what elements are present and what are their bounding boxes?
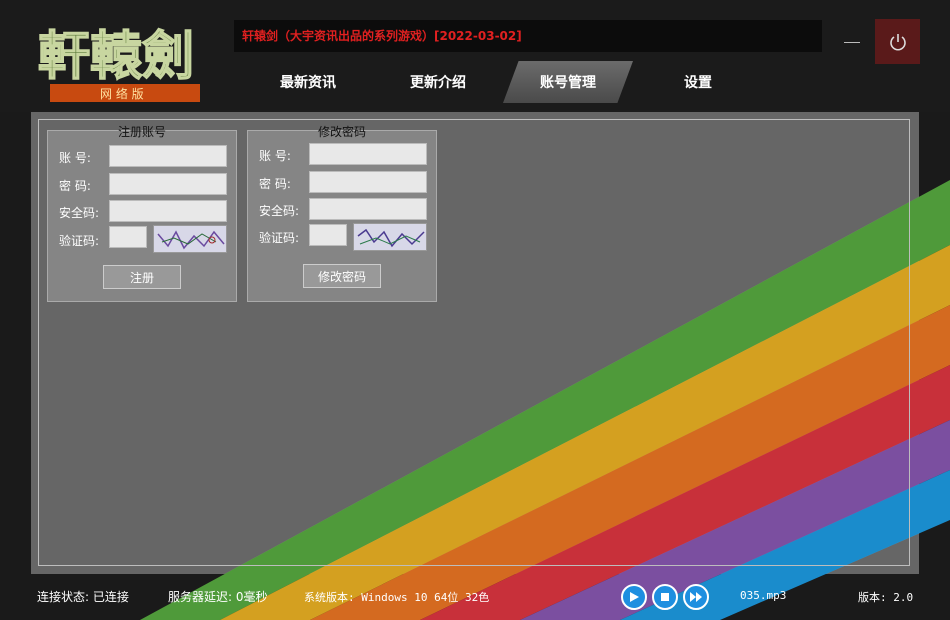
change-password-input[interactable] [309,171,427,193]
tab-settings[interactable]: 设置 [633,61,763,103]
change-account-input[interactable] [309,143,427,165]
password-label: 密 码: [59,179,91,193]
register-title: 注册账号 [117,125,166,139]
change-password-group: 修改密码 账 号: 密 码: 安全码: 验证码: 修改密码 [247,125,437,302]
next-button[interactable] [683,584,709,610]
register-code-input[interactable] [109,226,147,248]
stop-icon [661,593,669,601]
register-password-input[interactable] [109,173,227,195]
security-label: 安全码: [259,204,300,218]
latency-status: 服务器延迟: 0毫秒 [168,590,268,604]
code-label: 验证码: [59,234,100,248]
stop-button[interactable] [652,584,678,610]
change-security-input[interactable] [309,198,427,220]
play-icon [630,592,639,602]
account-label: 账 号: [259,149,291,163]
status-bar: 连接状态: 已连接 服务器延迟: 0毫秒 系统版本: Windows 10 64… [0,580,950,612]
track-name: 035.mp3 [740,589,787,602]
game-logo: 軒轅劍 网 络 版 [30,12,235,107]
code-label: 验证码: [259,231,300,245]
app-version: 版本: 2.0 [858,591,914,604]
security-label: 安全码: [59,206,100,220]
change-captcha-image[interactable] [353,223,427,251]
power-button[interactable] [875,19,920,64]
minimize-button[interactable] [842,30,864,50]
window-title: 轩辕剑（大宇资讯出品的系列游戏）[2022-03-02] [242,29,522,43]
connection-status: 连接状态: 已连接 [37,590,129,604]
register-group: 注册账号 账 号: 密 码: 安全码: 验证码: 注册 [47,125,237,302]
svg-text:网 络 版: 网 络 版 [100,86,144,101]
tab-updates[interactable]: 更新介绍 [373,61,503,103]
play-button[interactable] [621,584,647,610]
fast-forward-icon [690,592,702,602]
system-version: 系统版本: Windows 10 64位 32色 [304,591,490,604]
change-password-button[interactable]: 修改密码 [303,264,381,288]
change-password-title: 修改密码 [317,125,366,139]
register-captcha-image[interactable] [153,225,227,253]
tab-news[interactable]: 最新资讯 [243,61,373,103]
title-bar: 轩辕剑（大宇资讯出品的系列游戏）[2022-03-02] [234,20,822,52]
svg-text:軒轅劍: 軒轅劍 [38,26,194,87]
tab-account[interactable]: 账号管理 [503,61,633,103]
register-security-input[interactable] [109,200,227,222]
account-label: 账 号: [59,151,91,165]
register-button[interactable]: 注册 [103,265,181,289]
change-code-input[interactable] [309,224,347,246]
register-account-input[interactable] [109,145,227,167]
password-label: 密 码: [259,177,291,191]
power-icon [889,33,906,50]
